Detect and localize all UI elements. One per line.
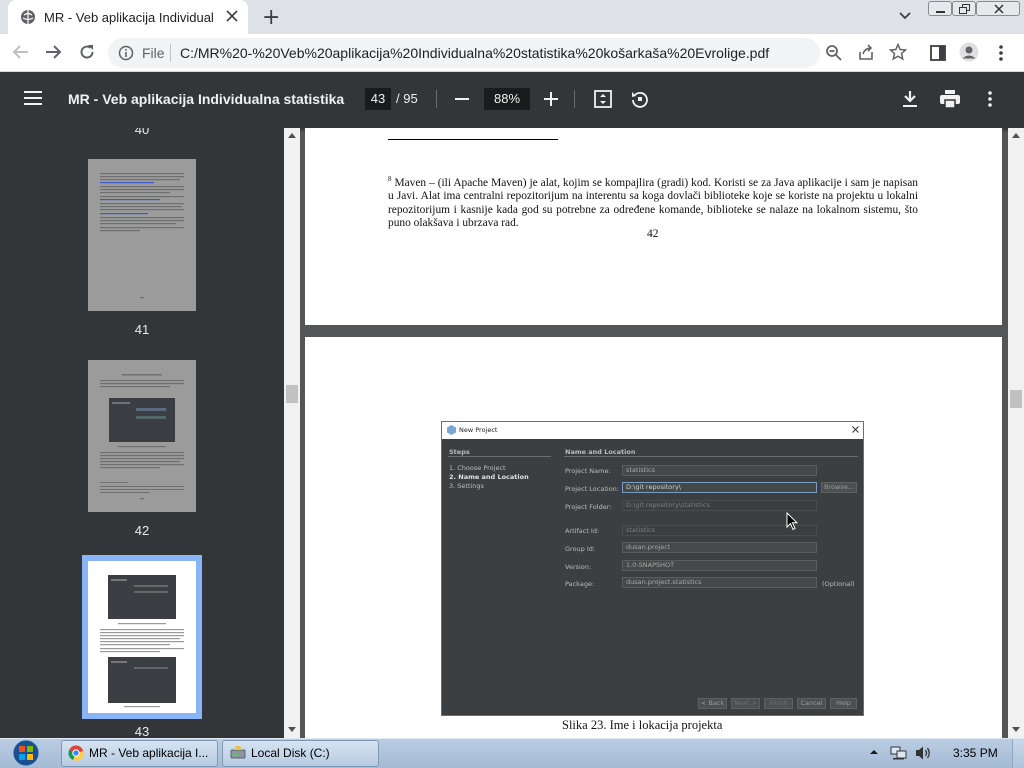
chrome-icon [68, 745, 84, 761]
page-number-input[interactable]: 43 [365, 88, 391, 110]
restore-button[interactable] [952, 1, 976, 16]
network-icon[interactable] [890, 745, 908, 761]
steps-header: Steps [449, 448, 470, 456]
thumbnail-sidebar: 40 41 42 43 [0, 128, 284, 738]
minimize-button[interactable] [928, 1, 952, 16]
url-text[interactable]: C:/MR%20-%20Veb%20aplikacija%20Individua… [180, 45, 769, 61]
project-name-field: statistics [622, 465, 817, 476]
help-button: Help [830, 698, 857, 709]
toolbar-divider [436, 90, 437, 108]
start-orb-icon[interactable] [6, 738, 46, 768]
artifact-id-label: Artifact Id: [565, 527, 600, 535]
pdf-title: MR - Veb aplikacija Individualna statist… [68, 91, 348, 107]
taskbar-clock[interactable]: 3:35 PM [953, 746, 998, 760]
tray-up-arrow-icon[interactable] [869, 748, 879, 756]
thumbnail-page-41[interactable] [88, 159, 196, 311]
globe-icon [20, 9, 36, 25]
section-header: Name and Location [565, 448, 636, 456]
taskbar-chrome-label: MR - Veb aplikacija I... [89, 746, 209, 760]
omnibox-divider [170, 44, 171, 62]
taskbar-explorer-label: Local Disk (C:) [251, 746, 330, 760]
side-panel-icon[interactable] [929, 44, 947, 62]
package-label: Package: [565, 580, 595, 588]
more-actions-icon[interactable] [986, 90, 994, 108]
cancel-button: Cancel [797, 698, 826, 709]
step-1: 1. Choose Project [449, 464, 506, 472]
zoom-level-input[interactable]: 88% [484, 88, 530, 110]
finish-button: Finish [764, 698, 793, 709]
step-2: 2. Name and Location [449, 473, 529, 481]
fit-to-page-icon[interactable] [594, 90, 612, 108]
dialog-titlebar [442, 422, 863, 439]
zoom-magnifier-icon[interactable] [825, 44, 843, 62]
back-arrow-icon[interactable] [12, 44, 30, 60]
next-button: Next > [731, 698, 760, 709]
group-id-label: Group Id: [565, 545, 596, 553]
project-location-field: D:\git repository\ [622, 482, 817, 493]
footnote-body: Maven – (ili Apache Maven) je alat, koji… [388, 176, 918, 230]
section-divider [564, 456, 858, 457]
tab-search-chevron-icon[interactable] [898, 10, 912, 22]
bookmark-star-icon[interactable] [889, 43, 907, 61]
new-tab-button[interactable]: + [262, 5, 280, 30]
version-label: Version: [565, 563, 592, 571]
footnote-rule [388, 139, 558, 140]
forward-arrow-icon[interactable] [44, 44, 62, 60]
url-scheme-label: File [142, 45, 165, 61]
zoom-out-icon[interactable] [455, 98, 469, 100]
dialog-close-icon [852, 426, 859, 433]
thumbnail-label-42: 42 [134, 523, 150, 538]
project-location-label: Project Location: [565, 485, 619, 493]
page-number-42: 42 [647, 228, 659, 240]
footnote-text: 8 Maven – (ili Apache Maven) je alat, ko… [388, 173, 918, 230]
thumbnail-label-43: 43 [134, 724, 150, 738]
group-id-field: dusan.project [622, 542, 817, 553]
close-tab-icon[interactable] [226, 10, 238, 22]
figure-caption: Slika 23. Ime i lokacija projekta [562, 718, 723, 732]
profile-avatar-icon[interactable] [959, 42, 979, 62]
netbeans-cube-icon [447, 425, 456, 435]
page-total: / 95 [396, 91, 418, 106]
browser-menu-icon[interactable] [997, 44, 1005, 62]
tab-title: MR - Veb aplikacija Individualna [44, 10, 214, 25]
project-name-label: Project Name: [565, 467, 611, 475]
speaker-icon[interactable] [914, 745, 932, 761]
thumbnail-page-42[interactable] [88, 360, 196, 512]
sidebar-menu-icon[interactable] [24, 91, 42, 105]
thumbnail-page-43-selected[interactable] [82, 555, 202, 719]
browse-button: Browse... [821, 482, 857, 493]
package-field: dusan.project.statistics [622, 577, 817, 588]
back-button: < Back [698, 698, 727, 709]
version-field: 1.0-SNAPSHOT [622, 560, 817, 571]
project-folder-field: D:\git repository\statistics [622, 500, 817, 511]
toolbar-divider [574, 90, 575, 108]
download-icon[interactable] [902, 90, 918, 108]
info-icon[interactable] [118, 45, 134, 61]
zoom-in-icon[interactable] [544, 92, 558, 106]
footnote-mark: 8 [388, 175, 392, 183]
project-folder-label: Project Folder: [565, 503, 612, 511]
document-scrollbar[interactable] [1008, 128, 1024, 738]
sidebar-scrollbar[interactable] [284, 128, 300, 738]
reload-icon[interactable] [78, 43, 96, 61]
share-icon[interactable] [857, 44, 875, 62]
optional-note: (Optional) [822, 580, 855, 588]
thumbnail-label-41: 41 [134, 322, 150, 337]
show-desktop-button[interactable] [1012, 739, 1024, 768]
rotate-icon[interactable] [630, 89, 650, 109]
dialog-title: New Project [459, 426, 498, 434]
print-icon[interactable] [940, 90, 960, 108]
steps-divider [448, 456, 551, 457]
thumbnail-label-40: 40 [134, 128, 150, 137]
local-disk-icon [230, 745, 246, 761]
close-window-button[interactable] [976, 1, 1020, 16]
mouse-cursor-icon [786, 512, 798, 531]
step-3: 3. Settings [449, 482, 484, 490]
